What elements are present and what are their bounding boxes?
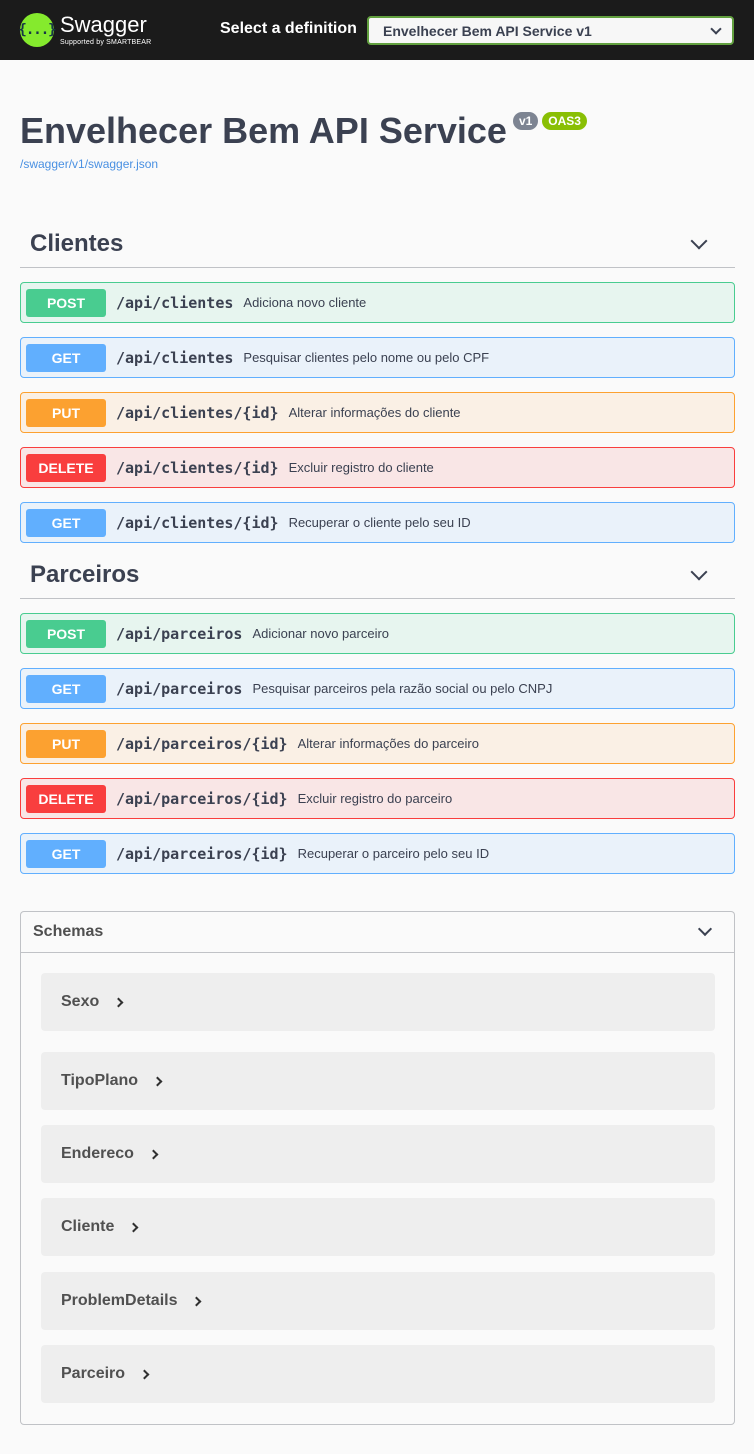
operation-put-parceiros-id[interactable]: PUT /api/parceiros/{id} Alterar informaç… xyxy=(20,723,735,764)
method-badge: PUT xyxy=(26,398,106,427)
brand-sub: Supported by SMARTBEAR xyxy=(60,39,152,46)
method-badge: GET xyxy=(26,674,106,703)
model-endereco[interactable]: Endereco xyxy=(41,1125,715,1183)
operation-path: /api/parceiros/{id} xyxy=(116,844,288,863)
chevron-down-icon xyxy=(690,563,708,580)
operation-path: /api/parceiros xyxy=(116,679,243,698)
model-name: Sexo xyxy=(61,993,100,1010)
definition-select[interactable]: Envelhecer Bem API Service v1 xyxy=(367,16,734,45)
brand-text: Swagger Supported by SMARTBEAR xyxy=(60,12,152,47)
definition-label: Select a definition xyxy=(220,20,357,37)
model-name: ProblemDetails xyxy=(61,1292,178,1309)
chevron-right-icon xyxy=(152,1076,163,1086)
topbar: {...} Swagger Supported by SMARTBEAR Sel… xyxy=(0,0,754,60)
operation-path: /api/parceiros/{id} xyxy=(116,734,288,753)
model-parceiro[interactable]: Parceiro xyxy=(41,1345,715,1403)
chevron-right-icon xyxy=(128,1222,139,1232)
oas-badge: OAS3 xyxy=(542,112,587,130)
method-badge: POST xyxy=(26,619,106,648)
method-badge: GET xyxy=(26,343,106,372)
tag-section-clientes: Clientes POST /api/clientes Adiciona nov… xyxy=(20,220,735,543)
operation-summary: Pesquisar clientes pelo nome ou pelo CPF xyxy=(243,350,490,365)
operation-summary: Excluir registro do cliente xyxy=(288,460,434,475)
operation-path: /api/clientes/{id} xyxy=(116,458,279,477)
operation-summary: Recuperar o parceiro pelo seu ID xyxy=(297,846,490,861)
operation-get-clientes-id[interactable]: GET /api/clientes/{id} Recuperar o clien… xyxy=(20,502,735,543)
definition-select-value: Envelhecer Bem API Service v1 xyxy=(383,22,592,39)
chevron-down-icon xyxy=(697,921,713,937)
version-badge: v1 xyxy=(512,112,539,130)
operation-get-parceiros-id[interactable]: GET /api/parceiros/{id} Recuperar o parc… xyxy=(20,833,735,874)
operation-put-clientes-id[interactable]: PUT /api/clientes/{id} Alterar informaçõ… xyxy=(20,392,735,433)
swagger-logo-icon: {...} xyxy=(18,13,57,47)
operation-get-parceiros[interactable]: GET /api/parceiros Pesquisar parceiros p… xyxy=(20,668,735,709)
operation-summary: Adicionar novo parceiro xyxy=(252,626,390,641)
tag-header-parceiros[interactable]: Parceiros xyxy=(20,551,735,599)
method-badge: PUT xyxy=(26,729,106,758)
operation-path: /api/clientes xyxy=(116,293,234,312)
chevron-right-icon xyxy=(139,1369,150,1379)
model-problemdetails[interactable]: ProblemDetails xyxy=(41,1272,715,1330)
operation-summary: Alterar informações do parceiro xyxy=(297,736,479,751)
tag-title: Parceiros xyxy=(30,560,140,588)
operation-summary: Recuperar o cliente pelo seu ID xyxy=(288,515,471,530)
operation-post-clientes[interactable]: POST /api/clientes Adiciona novo cliente xyxy=(20,282,735,323)
operation-summary: Alterar informações do cliente xyxy=(288,405,461,420)
chevron-down-icon xyxy=(690,232,708,249)
chevron-right-icon xyxy=(148,1149,159,1159)
method-badge: POST xyxy=(26,288,106,317)
operation-delete-clientes-id[interactable]: DELETE /api/clientes/{id} Excluir regist… xyxy=(20,447,735,488)
schemas-section: Schemas Sexo TipoPlano Endereco Cliente … xyxy=(20,911,735,1425)
method-badge: DELETE xyxy=(26,453,106,482)
operation-summary: Pesquisar parceiros pela razão social ou… xyxy=(252,681,553,696)
chevron-right-icon xyxy=(192,1296,202,1306)
page-title: Envelhecer Bem API Service xyxy=(20,110,507,151)
operation-summary: Adiciona novo cliente xyxy=(243,295,367,310)
operation-summary: Excluir registro do parceiro xyxy=(297,791,453,806)
tag-title: Clientes xyxy=(30,229,124,257)
model-sexo[interactable]: Sexo xyxy=(41,973,715,1031)
chevron-right-icon xyxy=(113,997,124,1007)
brand-name: Swagger xyxy=(60,12,147,37)
tag-header-clientes[interactable]: Clientes xyxy=(20,220,735,268)
operation-path: /api/clientes/{id} xyxy=(116,513,279,532)
info-title-row: Envelhecer Bem API Service v1 OAS3 xyxy=(20,110,587,152)
model-name: TipoPlano xyxy=(61,1072,139,1089)
operation-path: /api/parceiros xyxy=(116,624,243,643)
model-name: Cliente xyxy=(61,1218,115,1235)
model-name: Endereco xyxy=(61,1145,134,1162)
operation-path: /api/clientes/{id} xyxy=(116,403,279,422)
model-tipoplano[interactable]: TipoPlano xyxy=(41,1052,715,1110)
operation-post-parceiros[interactable]: POST /api/parceiros Adicionar novo parce… xyxy=(20,613,735,654)
schemas-title: Schemas xyxy=(33,923,104,940)
method-badge: DELETE xyxy=(26,784,106,813)
chevron-down-icon xyxy=(710,22,722,35)
model-cliente[interactable]: Cliente xyxy=(41,1198,715,1256)
operation-get-clientes[interactable]: GET /api/clientes Pesquisar clientes pel… xyxy=(20,337,735,378)
operation-delete-parceiros-id[interactable]: DELETE /api/parceiros/{id} Excluir regis… xyxy=(20,778,735,819)
method-badge: GET xyxy=(26,508,106,537)
tag-section-parceiros: Parceiros POST /api/parceiros Adicionar … xyxy=(20,551,735,874)
model-name: Parceiro xyxy=(61,1365,126,1382)
method-badge: GET xyxy=(26,839,106,868)
spec-url-link[interactable]: /swagger/v1/swagger.json xyxy=(20,157,158,171)
operation-path: /api/parceiros/{id} xyxy=(116,789,288,808)
swagger-brand-link[interactable]: {...} Swagger Supported by SMARTBEAR xyxy=(18,12,152,47)
schemas-header[interactable]: Schemas xyxy=(21,912,734,953)
operation-path: /api/clientes xyxy=(116,348,234,367)
